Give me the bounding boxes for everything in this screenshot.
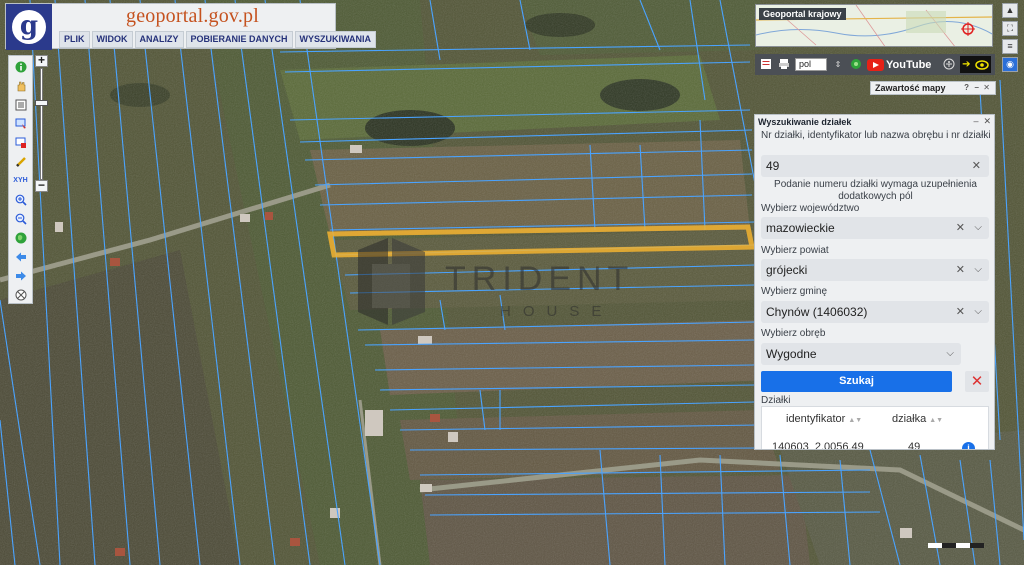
geoportal-logo[interactable]: g <box>6 4 52 50</box>
menu-pobieranie-danych[interactable]: POBIERANIE DANYCH <box>185 31 293 48</box>
zoom-in-icon[interactable] <box>13 192 28 207</box>
clear-county-icon[interactable]: ✕ <box>956 259 965 281</box>
youtube-link[interactable]: YouTube <box>867 58 932 71</box>
panel-controls: – ✕ <box>973 116 991 127</box>
commune-label: Wybierz gminę <box>761 286 828 297</box>
menu-widok[interactable]: WIDOK <box>91 31 133 48</box>
overview-map[interactable]: Geoportal krajowy <box>755 4 993 47</box>
nr-label: Nr działki, identyfikator lub nazwa obrę… <box>761 130 991 141</box>
youtube-label: YouTube <box>886 58 932 71</box>
pan-hand-icon[interactable] <box>13 78 28 93</box>
column-parcel[interactable]: działka ▲▼ <box>892 413 943 425</box>
main-menu: PLIK WIDOK ANALIZY POBIERANIE DANYCH WYS… <box>59 31 377 48</box>
app-header: g geoportal.gov.pl PLIK WIDOK ANALIZY PO… <box>5 3 377 50</box>
zoom-out-icon[interactable] <box>13 211 28 226</box>
chevron-down-icon[interactable]: ⌵ <box>974 217 982 239</box>
watermark-line1: TRIDENT <box>445 260 634 298</box>
commune-value: Chynów (1406032) <box>766 305 868 319</box>
chevron-down-icon[interactable]: ⌵ <box>974 301 982 323</box>
menu-plik[interactable]: PLIK <box>59 31 90 48</box>
precinct-value: Wygodne <box>766 347 817 361</box>
menu-analizy[interactable]: ANALIZY <box>134 31 184 48</box>
visibility-eye-icon[interactable]: ◉ <box>1002 57 1018 72</box>
row-info-icon[interactable]: i <box>962 442 975 449</box>
clear-number-icon[interactable]: ✕ <box>972 155 981 177</box>
commune-select[interactable]: Chynów (1406032) ✕ ⌵ <box>761 301 989 323</box>
panel-close-icon[interactable]: ✕ <box>983 116 991 127</box>
precinct-label: Wybierz obręb <box>761 328 826 339</box>
results-label: Działki <box>761 395 791 406</box>
voivodeship-label: Wybierz województwo <box>761 203 860 214</box>
measure-icon[interactable] <box>13 154 28 169</box>
clear-voivodeship-icon[interactable]: ✕ <box>956 217 965 239</box>
arrow-right-icon: ➔ <box>962 59 971 70</box>
watermark-line2: HOUSE <box>500 303 613 320</box>
eye-icon <box>975 59 989 70</box>
forward-arrow-icon[interactable] <box>13 268 28 283</box>
contrast-toggle[interactable]: ➔ <box>960 56 991 73</box>
voivodeship-select[interactable]: mazowieckie ✕ ⌵ <box>761 217 989 239</box>
menu-wyszukiwania[interactable]: WYSZUKIWANIA <box>294 31 377 48</box>
clear-commune-icon[interactable]: ✕ <box>956 301 965 323</box>
layers-list-icon[interactable]: ≡ <box>1002 39 1018 54</box>
clear-form-button[interactable]: ✕ <box>965 371 989 392</box>
parcel-search-panel: Wyszukiwanie działek – ✕ Nr działki, ide… <box>754 114 995 450</box>
sort-icon[interactable]: ▲▼ <box>929 417 943 424</box>
back-arrow-icon[interactable] <box>13 249 28 264</box>
zoom-handle[interactable] <box>35 100 48 106</box>
map-contents-title: Zawartość mapy <box>875 83 946 93</box>
row-parcel[interactable]: 49 <box>908 441 920 449</box>
help-icon[interactable]: ? <box>964 82 969 94</box>
zoom-plus-button[interactable]: + <box>35 54 48 67</box>
select-icon[interactable] <box>13 116 28 131</box>
language-chevron-icon[interactable]: ⇕ <box>831 58 845 72</box>
county-value: grójecki <box>766 263 808 277</box>
brand-title: geoportal.gov.pl <box>126 5 259 27</box>
chevron-down-icon[interactable]: ⌵ <box>946 343 954 365</box>
county-label: Wybierz powiat <box>761 245 829 256</box>
chevron-down-icon[interactable]: ⌵ <box>974 259 982 281</box>
globe-icon[interactable] <box>13 230 28 245</box>
panel-title: Wyszukiwanie działek <box>758 117 852 127</box>
minimize-icon[interactable]: – <box>975 82 979 94</box>
xy-icon[interactable]: XYH <box>13 173 28 188</box>
legend-icon[interactable] <box>759 58 773 72</box>
youtube-icon <box>867 58 884 71</box>
parcel-number-value: 49 <box>766 159 780 173</box>
clear-x-icon: ✕ <box>970 373 984 390</box>
requirement-note: Podanie numeru działki wymaga uzupełnien… <box>774 179 977 202</box>
zoom-track[interactable] <box>40 68 43 180</box>
zoom-minus-button[interactable]: − <box>35 179 48 192</box>
close-icon[interactable]: ✕ <box>983 82 990 94</box>
voivodeship-value: mazowieckie <box>766 221 835 235</box>
layers-icon[interactable] <box>13 97 28 112</box>
green-status-icon[interactable] <box>849 58 863 72</box>
row-identifier[interactable]: 140603_2.0056.49 <box>772 441 864 449</box>
results-table: identyfikator ▲▼ działka ▲▼ 140603_2.0056.… <box>761 406 989 449</box>
column-identifier[interactable]: identyfikator ▲▼ <box>786 413 862 425</box>
county-select[interactable]: grójecki ✕ ⌵ <box>761 259 989 281</box>
precinct-select[interactable]: Wygodne ⌵ <box>761 343 961 365</box>
sort-icon[interactable]: ▲▼ <box>848 417 862 424</box>
search-button[interactable]: Szukaj <box>761 371 952 392</box>
print-icon[interactable] <box>777 58 791 72</box>
overview-title: Geoportal krajowy <box>759 8 846 20</box>
side-controls: ▲ ⛶ ≡ ◉ <box>1002 3 1019 73</box>
collapse-up-icon[interactable]: ▲ <box>1002 3 1018 18</box>
language-select[interactable]: pol <box>795 58 827 71</box>
map-contents-tab[interactable]: Zawartość mapy ? – ✕ <box>870 81 996 95</box>
zoom-slider: + − <box>35 54 48 193</box>
delete-icon[interactable] <box>13 135 28 150</box>
scale-bar <box>928 543 984 548</box>
parcel-number-input[interactable]: 49 ✕ <box>761 155 989 177</box>
panel-minimize-icon[interactable]: – <box>973 116 978 127</box>
top-toolbar: pol ⇕ YouTube ➔ <box>755 54 995 75</box>
full-extent-icon[interactable] <box>13 287 28 302</box>
info-icon[interactable] <box>13 59 28 74</box>
accessibility-icon[interactable] <box>942 58 956 72</box>
map-toolbar: XYH <box>8 55 33 304</box>
logo-letter: g <box>12 10 46 44</box>
fullscreen-icon[interactable]: ⛶ <box>1002 21 1018 36</box>
